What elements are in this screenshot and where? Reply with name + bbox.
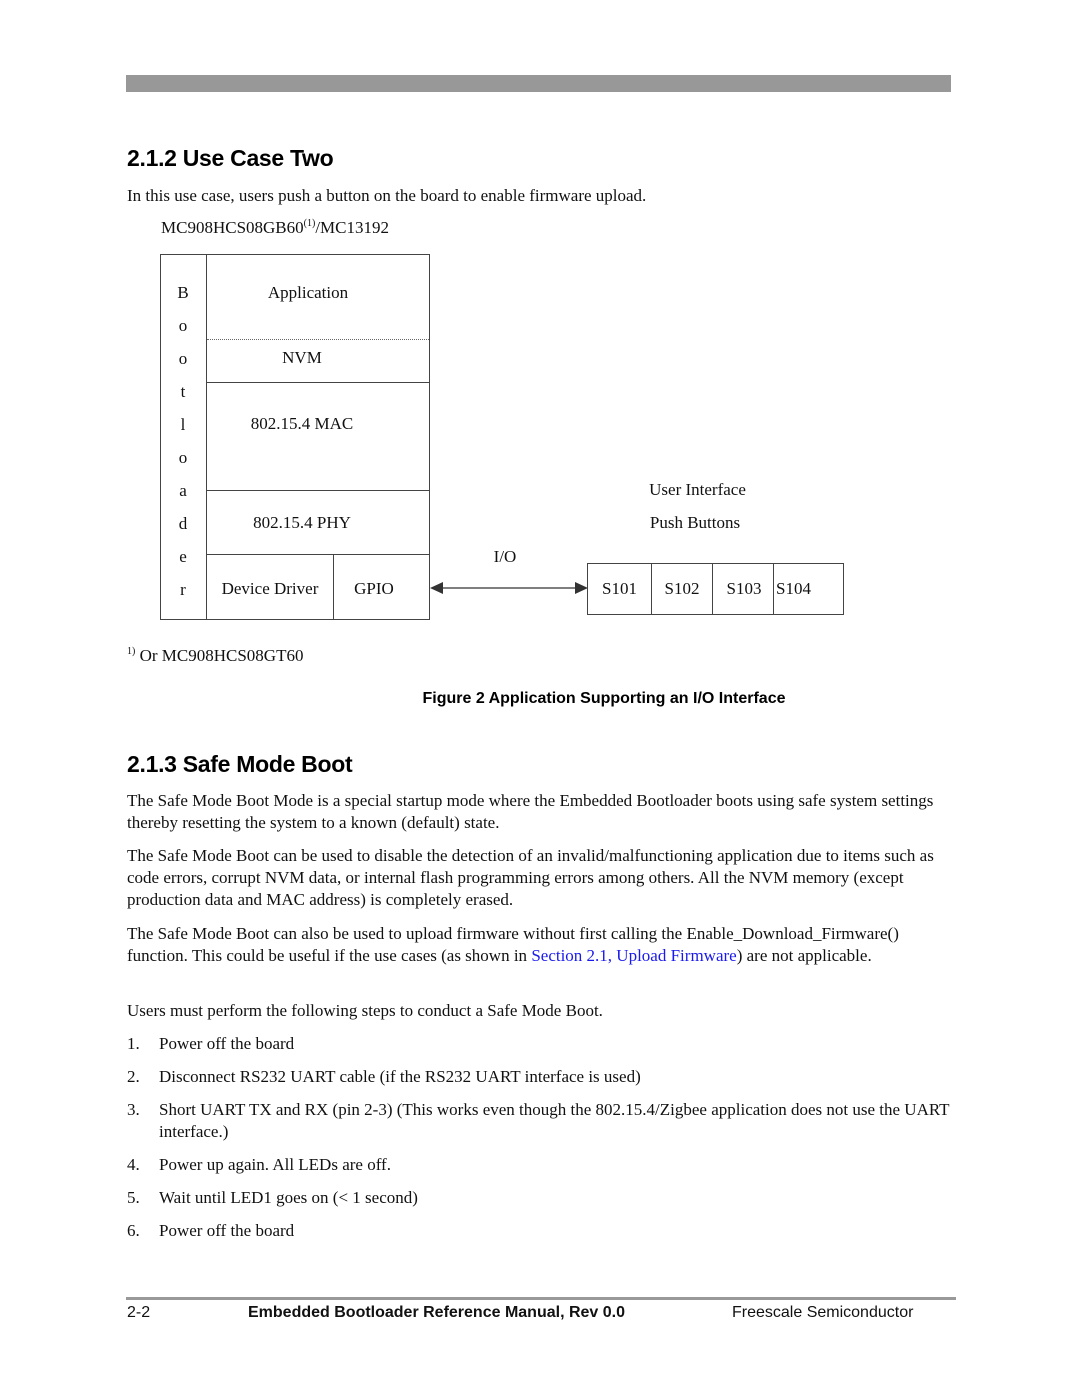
- layer-mac: 802.15.4 MAC: [250, 414, 354, 433]
- bootloader-divider: [206, 254, 207, 620]
- list-number: 5.: [127, 1188, 140, 1207]
- footnote-mark: 1): [127, 646, 136, 657]
- layer-gpio: GPIO: [354, 579, 394, 598]
- user-interface-label: User Interface: [649, 480, 746, 499]
- push-button-s101: S101: [602, 579, 637, 598]
- footer-rule: [126, 1297, 956, 1300]
- figure-caption: Figure 2 Application Supporting an I/O I…: [422, 690, 786, 707]
- bootloader-letter: e: [179, 547, 187, 566]
- bootloader-column: B o o t l o a d e r: [160, 255, 206, 620]
- bootloader-letter: l: [180, 415, 186, 434]
- bootloader-letter: r: [180, 580, 186, 599]
- layer-application: Application: [267, 283, 349, 302]
- diagram-footnote: 1) Or MC908HCS08GT60: [127, 645, 957, 667]
- io-label: I/O: [493, 547, 517, 566]
- footnote-text: Or MC908HCS08GT60: [139, 646, 304, 665]
- list-number: 3.: [127, 1100, 140, 1119]
- list-text: Wait until LED1 goes on (< 1 second): [159, 1188, 418, 1207]
- paragraph-3-text-end: ) are not applicable.: [736, 946, 872, 965]
- list-number: 2.: [127, 1067, 140, 1086]
- list-text: Power off the board: [159, 1221, 295, 1240]
- footer-page-number: 2-2: [127, 1304, 151, 1321]
- push-buttons-label: Push Buttons: [649, 513, 741, 532]
- bootloader-letter: d: [178, 514, 188, 533]
- section-heading-safe-mode-boot: 2.1.3 Safe Mode Boot: [127, 751, 353, 777]
- list-text: Disconnect RS232 UART cable (if the RS23…: [159, 1067, 641, 1086]
- footer-company: Freescale Semiconductor: [732, 1304, 914, 1321]
- push-button-s103: S103: [726, 579, 762, 598]
- bootloader-letter: o: [178, 316, 188, 335]
- layer-divider: [207, 490, 429, 491]
- io-double-arrow: [430, 582, 588, 594]
- paragraph-1: The Safe Mode Boot Mode is a special sta…: [127, 791, 934, 832]
- application-nvm-divider: [207, 339, 429, 340]
- list-text: Power off the board: [159, 1034, 295, 1053]
- paragraph-3: The Safe Mode Boot can also be used to u…: [127, 923, 957, 967]
- bootloader-letter: a: [179, 481, 187, 500]
- layer-device-driver: Device Driver: [221, 579, 319, 598]
- bootloader-letter: B: [177, 283, 189, 302]
- list-number: 6.: [127, 1221, 140, 1240]
- paragraph-2: The Safe Mode Boot can be used to disabl…: [127, 846, 934, 909]
- bootloader-letter: o: [178, 349, 188, 368]
- list-number: 1.: [127, 1034, 140, 1053]
- paragraph-4: Users must perform the following steps t…: [127, 1001, 603, 1020]
- layer-divider: [207, 554, 429, 555]
- push-button-s104: S104: [776, 579, 811, 598]
- push-button-s102: S102: [664, 579, 700, 598]
- footer-document-title: Embedded Bootloader Reference Manual, Re…: [248, 1304, 625, 1321]
- section-link-upload-firmware[interactable]: Section 2.1, Upload Firmware: [531, 946, 736, 965]
- layer-nvm: NVM: [282, 348, 322, 367]
- arrow-head-left-icon: [430, 582, 443, 594]
- list-text: Power up again. All LEDs are off.: [159, 1155, 391, 1174]
- list-number: 4.: [127, 1155, 140, 1174]
- list-text: Short UART TX and RX (pin 2-3) (This wor…: [159, 1100, 950, 1141]
- bootloader-letter: t: [180, 382, 186, 401]
- bootloader-letter: o: [178, 448, 188, 467]
- layer-phy: 802.15.4 PHY: [253, 513, 351, 532]
- architecture-diagram: B o o t l o a d e r Application NVM 802.…: [0, 0, 1080, 700]
- layer-divider: [207, 382, 429, 383]
